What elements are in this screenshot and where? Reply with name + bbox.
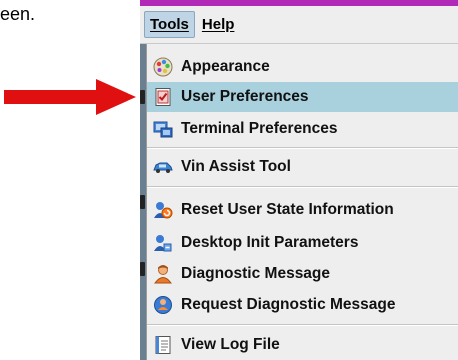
menu-item-request-diagnostic-message[interactable]: Request Diagnostic Message bbox=[147, 290, 458, 320]
menu-item-label: View Log File bbox=[181, 336, 280, 353]
palette-icon bbox=[153, 57, 173, 77]
menu-separator bbox=[147, 147, 458, 149]
terminal-icon bbox=[153, 121, 173, 138]
desktop-init-icon bbox=[154, 235, 172, 252]
red-arrow-annotation bbox=[4, 79, 136, 115]
menu-item-label: Terminal Preferences bbox=[181, 120, 338, 137]
menu-item-desktop-init-parameters[interactable]: Desktop Init Parameters bbox=[147, 228, 458, 258]
background-fragment bbox=[140, 90, 145, 104]
menu-help[interactable]: Help bbox=[197, 12, 240, 37]
menu-item-label: User Preferences bbox=[181, 88, 309, 105]
menu-item-label: Request Diagnostic Message bbox=[181, 296, 396, 313]
menu-bar: Tools Help bbox=[140, 6, 458, 44]
menu-item-vin-assist-tool[interactable]: Vin Assist Tool bbox=[147, 152, 458, 182]
menu-separator bbox=[147, 324, 458, 326]
document-text-fragment: een. bbox=[0, 4, 36, 24]
car-icon bbox=[153, 162, 173, 173]
menu-item-label: Vin Assist Tool bbox=[181, 158, 291, 175]
menu-item-appearance[interactable]: Appearance bbox=[147, 52, 458, 82]
tools-dropdown-menu: Appearance User Preferences Terminal Pre… bbox=[146, 44, 458, 360]
checklist-icon bbox=[155, 88, 171, 106]
menu-separator bbox=[147, 186, 458, 188]
background-fragment bbox=[140, 195, 145, 209]
menu-item-view-log-file[interactable]: View Log File bbox=[147, 330, 458, 360]
menu-item-label: Appearance bbox=[181, 58, 270, 75]
menu-tools[interactable]: Tools bbox=[144, 11, 195, 38]
request-icon bbox=[154, 296, 172, 314]
menu-item-user-preferences[interactable]: User Preferences bbox=[147, 82, 458, 112]
menu-item-diagnostic-message[interactable]: Diagnostic Message bbox=[147, 259, 458, 289]
reset-icon bbox=[154, 202, 173, 219]
menu-item-label: Desktop Init Parameters bbox=[181, 234, 359, 251]
menu-item-label: Reset User State Information bbox=[181, 201, 394, 218]
background-fragment bbox=[140, 262, 145, 276]
menu-item-label: Diagnostic Message bbox=[181, 265, 331, 282]
log-file-icon bbox=[155, 336, 171, 354]
menu-item-terminal-preferences[interactable]: Terminal Preferences bbox=[147, 114, 458, 144]
user-icon bbox=[154, 265, 172, 284]
menu-item-reset-user-state[interactable]: Reset User State Information bbox=[147, 195, 458, 225]
